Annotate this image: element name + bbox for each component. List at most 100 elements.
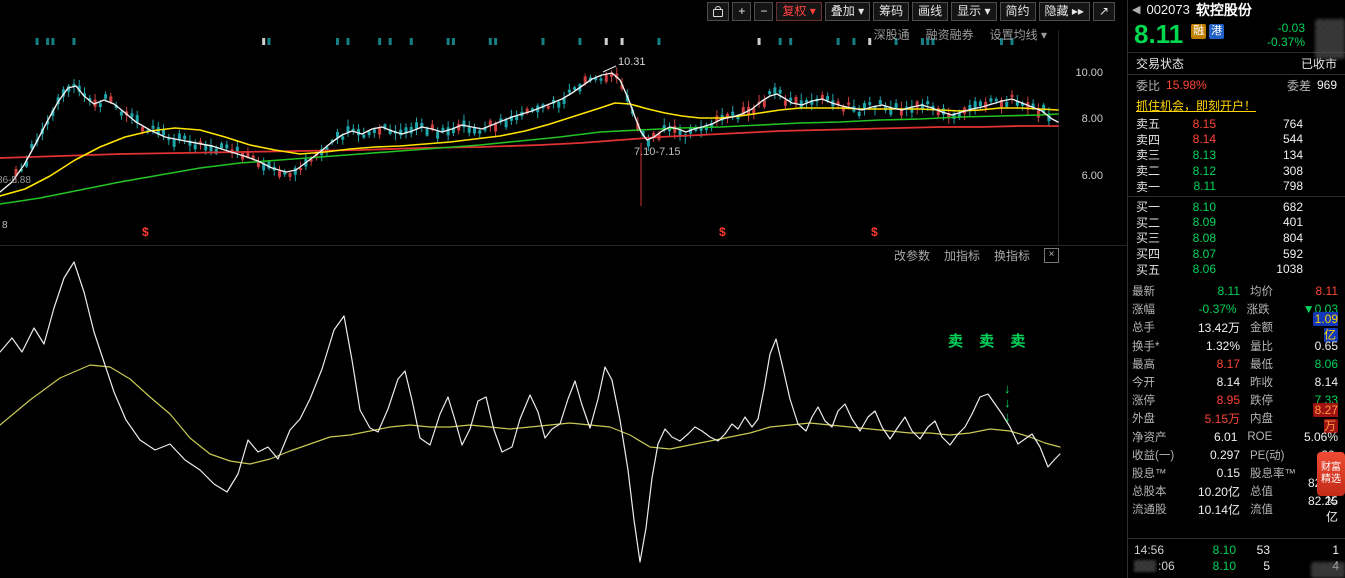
blur-patch [1311,562,1345,578]
order-book-bid-row[interactable]: 买三 8.08 804 [1128,230,1345,246]
stat-label: 内盘 [1250,413,1273,426]
stat-label: 量比 [1250,340,1273,353]
zoom-out-button[interactable]: − [754,2,774,21]
stat-label: 净资产 [1132,431,1167,444]
stat-label: 今开 [1132,376,1155,389]
stat-row: 最高 8.17 最低 8.06 [1128,355,1345,373]
order-book-bid-row[interactable]: 买一 8.10 682 [1128,199,1345,215]
event-dollar-icon[interactable]: $ [142,225,149,239]
price-change: -0.03 [1277,21,1305,35]
stat-value: 8.14 [1188,375,1240,389]
stat-label: 流值 [1249,504,1273,517]
tick-time-text: 14:56 [1134,543,1165,557]
indicator-menu-1[interactable]: 加指标 [944,247,980,264]
stat-value: 10.14亿 [1188,501,1240,518]
stat-row: 总手 13.42万 金额 1.09亿 [1128,311,1345,342]
stat-value: 5.15万 [1188,410,1240,427]
ask-price: 8.13 [1192,147,1216,162]
promo-float-badge[interactable]: 财富 精选 [1317,452,1345,496]
stat-value-text: 6.01 [1214,429,1238,444]
open-account-link[interactable]: 抓住机会，即刻开户！ [1136,97,1256,114]
stat-label: 总值 [1249,486,1273,499]
kline-chart-canvas[interactable] [0,0,1127,578]
market-link-1[interactable]: 融资融券 [926,26,974,43]
stat-row: 净资产 6.01 ROE 5.06% [1128,427,1345,445]
ask-label: 卖五 [1136,117,1161,132]
toolbar-button-5[interactable]: 简约 [999,2,1036,21]
weibi-value: 15.98% [1166,78,1207,92]
stat-label: 股息™ [1132,467,1167,480]
fullscreen-button[interactable]: ↗ [1092,2,1115,21]
ask-queue: 卖五 8.15 764 卖四 8.14 544 卖三 8.13 134 卖二 8.12 308 卖一 8.… [1128,116,1345,194]
stat-value-text: 0.297 [1209,447,1240,462]
bid-label: 买五 [1136,262,1161,277]
stat-value: -0.37% [1186,302,1237,316]
order-book-bid-row[interactable]: 买二 8.09 401 [1128,215,1345,231]
app-root: + − 复权 ▾ 叠加 ▾ 筹码 画线 显示 ▾ 简约 隐藏 ▸▸ ↗ 深股通 融资融券 设置均… [0,0,1345,578]
stat-label: 最新 [1132,286,1155,299]
order-book-bid-row[interactable]: 买四 8.07 592 [1128,246,1345,262]
order-book-ask-row[interactable]: 卖二 8.12 308 [1128,163,1345,179]
ask-volume: 134 [1282,147,1303,162]
stat-value: 8.11 [1188,284,1240,298]
stat-row: 收益(一)0.297PE(动)20. [1128,446,1345,464]
order-book-bid-row[interactable]: 买五 8.06 1038 [1128,261,1345,277]
stat-value-text: 5.06% [1303,429,1338,444]
stat-value-text: 8.06 [1314,356,1338,371]
stat-value-text: 0.15 [1216,465,1240,480]
stat-value: 0.297 [1188,448,1240,462]
tick-count: 1 [1332,543,1339,557]
promo-badge-line2: 精选 [1321,474,1341,485]
chart-toolbar: + − 复权 ▾ 叠加 ▾ 筹码 画线 显示 ▾ 简约 隐藏 ▸▸ ↗ [707,2,1115,21]
stat-value-text: 1.32% [1205,338,1240,353]
stat-value: 0.65 [1308,339,1338,353]
toolbar-button-1[interactable]: 叠加 ▾ [824,2,871,21]
stat-label: PE(动) [1250,449,1285,462]
order-book-ask-row[interactable]: 卖一 8.11 798 [1128,178,1345,194]
stock-badges: 融 港 [1191,24,1225,39]
bid-price: 8.06 [1192,262,1216,277]
price-range-label: 7.10-7.15 [634,146,681,158]
indicator-menu-0[interactable]: 改参数 [894,247,930,264]
market-link-0[interactable]: 深股通 [874,26,910,43]
stat-value: 5.06% [1304,430,1338,444]
stat-row: 最新 8.11 均价 8.11 [1128,282,1345,300]
ask-volume: 308 [1282,163,1303,178]
lock-button[interactable] [707,2,730,21]
order-book-ask-row[interactable]: 卖五 8.15 764 [1128,116,1345,132]
event-dollar-icon[interactable]: $ [719,225,726,239]
margin-trading-badge[interactable]: 融 [1191,24,1207,39]
ask-price: 8.12 [1192,163,1216,178]
hk-connect-badge[interactable]: 港 [1209,24,1225,39]
toolbar-button-2[interactable]: 筹码 [873,2,910,21]
bid-label: 买三 [1136,231,1161,246]
ask-label: 卖四 [1136,132,1161,147]
toolbar-button-3[interactable]: 画线 [912,2,949,21]
event-dollar-icon[interactable]: $ [871,225,878,239]
stat-value-text: 8.11 [1315,284,1338,299]
zoom-in-button[interactable]: + [732,2,752,21]
indicator-menu-2[interactable]: 换指标 [994,247,1030,264]
order-imbalance-row: 委比 15.98% 委差 969 [1128,75,1345,95]
ask-volume: 764 [1282,116,1303,131]
indicator-menu: 改参数 加指标 换指标 × [894,247,1059,264]
stat-value: 8.14 [1308,375,1338,389]
bid-volume: 804 [1282,230,1303,245]
stat-value-text: 8.11 [1217,284,1240,299]
weicha-value: 969 [1316,78,1337,92]
toolbar-button-4[interactable]: 显示 ▾ [951,2,997,21]
order-book-ask-row[interactable]: 卖四 8.14 544 [1128,132,1345,148]
close-indicator-button[interactable]: × [1044,248,1059,263]
back-arrow-icon[interactable]: ◀ [1132,3,1140,16]
toolbar-button-0[interactable]: 复权 ▾ [776,2,822,21]
trade-status-label: 交易状态 [1136,57,1185,71]
order-book-ask-row[interactable]: 卖三 8.13 134 [1128,147,1345,163]
ask-label: 卖三 [1136,148,1161,163]
stat-value-text: 82.25亿 [1307,493,1338,524]
stat-label: 涨幅 [1132,304,1155,317]
stat-label: 总手 [1132,322,1155,335]
market-link-2[interactable]: 设置均线 ▾ [990,26,1047,43]
toolbar-button-6[interactable]: 隐藏 ▸▸ [1038,2,1090,21]
tick-time: :06 [1134,559,1198,573]
stat-label: 流通股 [1132,504,1167,517]
